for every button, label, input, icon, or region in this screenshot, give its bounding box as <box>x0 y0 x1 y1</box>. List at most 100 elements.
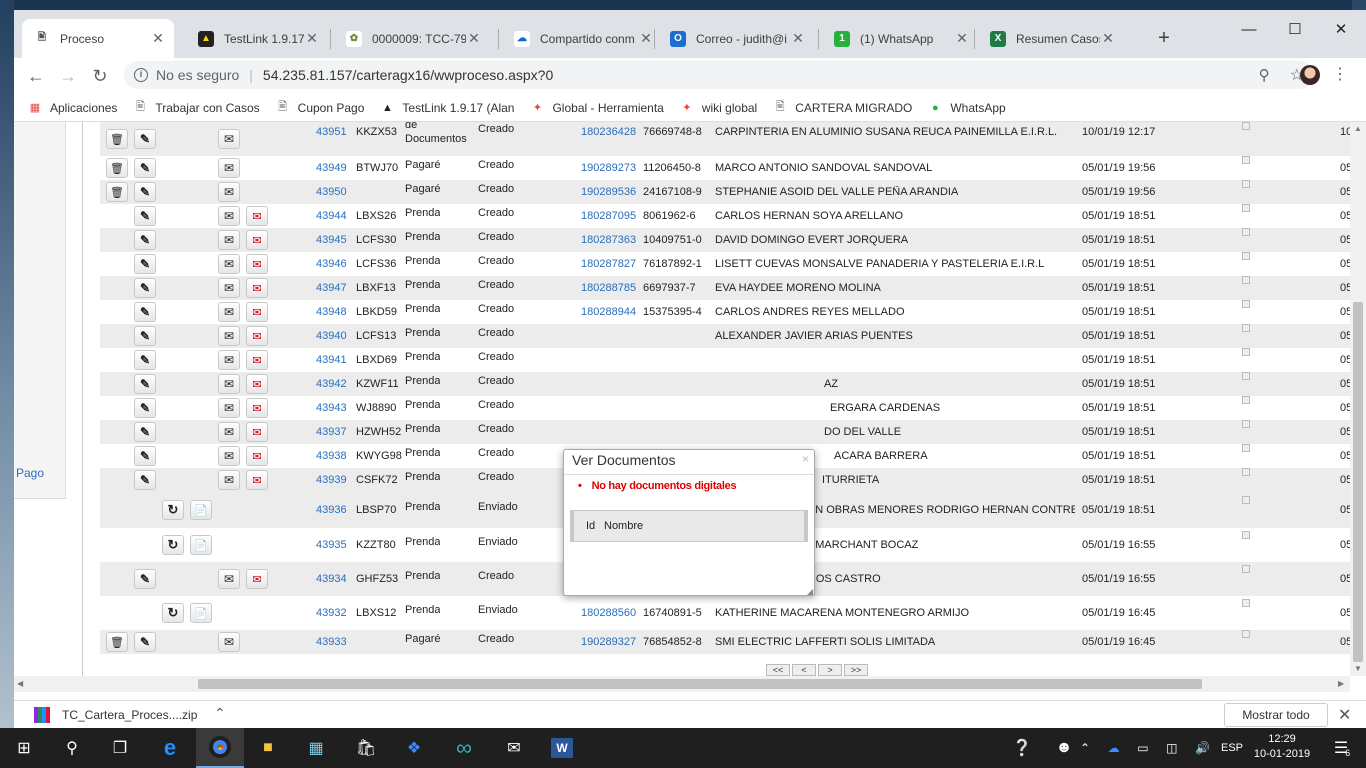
store-icon[interactable]: 🛍 <box>342 728 390 768</box>
prev-page-button[interactable]: < <box>792 664 816 676</box>
tab-7[interactable]: X Resumen Casos e✕ <box>978 19 1124 58</box>
send-mail-button[interactable]: ✉ <box>246 398 268 418</box>
mail-button[interactable]: ✉ <box>218 374 240 394</box>
close-download-bar-icon[interactable]: ✕ <box>1338 705 1351 725</box>
row-checkbox[interactable] <box>1242 630 1250 638</box>
operacion-link[interactable]: 180288785 <box>581 282 636 294</box>
id-link[interactable]: 43941 <box>316 354 347 366</box>
row-checkbox[interactable] <box>1242 324 1250 332</box>
close-tab-icon[interactable]: ✕ <box>638 30 654 47</box>
edit-button[interactable]: ✎ <box>134 302 156 322</box>
id-link[interactable]: 43946 <box>316 258 347 270</box>
row-checkbox[interactable] <box>1242 122 1250 130</box>
resize-grip-icon[interactable]: ◢ <box>807 587 813 596</box>
send-mail-button[interactable]: ✉ <box>246 326 268 346</box>
bookmark-2[interactable]: 🖹 Trabajar con Casos <box>133 101 260 115</box>
bookmark-6[interactable]: ✦ wiki global <box>680 101 757 115</box>
horizontal-scrollbar[interactable]: ◀ ▶ <box>14 676 1350 692</box>
mail-button[interactable]: ✉ <box>218 422 240 442</box>
row-checkbox[interactable] <box>1242 348 1250 356</box>
send-mail-button[interactable]: ✉ <box>246 446 268 466</box>
document-button[interactable]: 📄 <box>190 535 212 555</box>
minimize-button[interactable]: — <box>1226 18 1272 42</box>
maximize-button[interactable]: ☐ <box>1272 18 1318 42</box>
word-icon[interactable]: W <box>538 728 586 768</box>
close-tab-icon[interactable]: ✕ <box>1100 30 1116 47</box>
row-checkbox[interactable] <box>1242 468 1250 476</box>
bookmark-8[interactable]: ● WhatsApp <box>928 101 1006 115</box>
vertical-scroll-thumb[interactable] <box>1353 302 1363 662</box>
document-button[interactable]: 📄 <box>190 500 212 520</box>
reload-icon[interactable]: ↻ <box>86 62 114 90</box>
send-mail-button[interactable]: ✉ <box>246 422 268 442</box>
profile-avatar[interactable] <box>1300 65 1320 85</box>
edit-button[interactable]: ✎ <box>134 422 156 442</box>
id-link[interactable]: 43950 <box>316 186 347 198</box>
bookmark-3[interactable]: 🖹 Cupon Pago <box>276 101 364 115</box>
scroll-left-icon[interactable]: ◀ <box>17 679 23 688</box>
delete-button[interactable]: 🗑 <box>106 182 128 202</box>
dropbox-icon[interactable]: ❖ <box>390 728 438 768</box>
mail-button[interactable]: ✉ <box>218 230 240 250</box>
edge-icon[interactable]: e <box>146 728 194 768</box>
row-checkbox[interactable] <box>1242 444 1250 452</box>
document-button[interactable]: 📄 <box>190 603 212 623</box>
row-checkbox[interactable] <box>1242 372 1250 380</box>
id-link[interactable]: 43934 <box>316 573 347 585</box>
notifications-icon[interactable]: ☰ 6 <box>1318 728 1366 768</box>
operacion-link[interactable]: 180288560 <box>581 607 636 619</box>
vertical-scrollbar[interactable]: ▲ ▼ <box>1350 122 1366 676</box>
mail-button[interactable]: ✉ <box>218 302 240 322</box>
zoom-icon[interactable]: ⚲ <box>1259 66 1270 84</box>
edit-button[interactable]: ✎ <box>134 374 156 394</box>
pago-link[interactable]: Pago <box>16 466 44 480</box>
chevron-up-icon[interactable]: ⌃ <box>214 705 226 722</box>
horizontal-scroll-thumb[interactable] <box>198 679 1202 689</box>
mail-button[interactable]: ✉ <box>218 350 240 370</box>
edit-button[interactable]: ✎ <box>134 569 156 589</box>
id-link[interactable]: 43949 <box>316 162 347 174</box>
bookmark-7[interactable]: 🖹 CARTERA MIGRADO <box>773 101 913 115</box>
edit-button[interactable]: ✎ <box>134 632 156 652</box>
send-mail-button[interactable]: ✉ <box>246 350 268 370</box>
bookmark-1[interactable]: ▦ Aplicaciones <box>28 101 118 115</box>
scroll-up-icon[interactable]: ▲ <box>1354 124 1362 133</box>
row-checkbox[interactable] <box>1242 276 1250 284</box>
row-checkbox[interactable] <box>1242 531 1250 539</box>
edit-button[interactable]: ✎ <box>134 470 156 490</box>
download-item[interactable]: TC_Cartera_Proces....zip <box>62 708 197 722</box>
delete-button[interactable]: 🗑 <box>106 158 128 178</box>
delete-button[interactable]: 🗑 <box>106 129 128 149</box>
language-indicator[interactable]: ESP <box>1208 728 1256 768</box>
send-mail-button[interactable]: ✉ <box>246 230 268 250</box>
row-checkbox[interactable] <box>1242 204 1250 212</box>
close-tab-icon[interactable]: ✕ <box>304 30 320 47</box>
mail-button[interactable]: ✉ <box>218 569 240 589</box>
id-link[interactable]: 43935 <box>316 539 347 551</box>
edit-button[interactable]: ✎ <box>134 278 156 298</box>
id-link[interactable]: 43939 <box>316 474 347 486</box>
id-link[interactable]: 43940 <box>316 330 347 342</box>
info-icon[interactable]: i <box>134 68 148 82</box>
clock[interactable]: 12:29 10-01-2019 <box>1250 732 1314 762</box>
sync-button[interactable]: ↻ <box>162 500 184 520</box>
edit-button[interactable]: ✎ <box>134 254 156 274</box>
row-checkbox[interactable] <box>1242 396 1250 404</box>
back-icon[interactable]: ← <box>22 62 50 90</box>
operacion-link[interactable]: 180287363 <box>581 234 636 246</box>
id-link[interactable]: 43937 <box>316 426 347 438</box>
id-link[interactable]: 43945 <box>316 234 347 246</box>
task-view-icon[interactable]: ❐ <box>96 728 144 768</box>
send-mail-button[interactable]: ✉ <box>246 278 268 298</box>
arduino-icon[interactable]: ∞ <box>440 728 488 768</box>
send-mail-button[interactable]: ✉ <box>246 254 268 274</box>
edit-button[interactable]: ✎ <box>134 129 156 149</box>
id-link[interactable]: 43938 <box>316 450 347 462</box>
id-link[interactable]: 43932 <box>316 607 347 619</box>
mail-icon[interactable]: ✉ <box>490 728 538 768</box>
id-link[interactable]: 43947 <box>316 282 347 294</box>
system-tray-icons[interactable]: ⌃ ☁ ▭ ◫ 🔊 <box>1080 728 1210 768</box>
address-bar[interactable]: i No es seguro | 54.235.81.157/carteragx… <box>124 61 1314 89</box>
send-mail-button[interactable]: ✉ <box>246 302 268 322</box>
row-checkbox[interactable] <box>1242 599 1250 607</box>
